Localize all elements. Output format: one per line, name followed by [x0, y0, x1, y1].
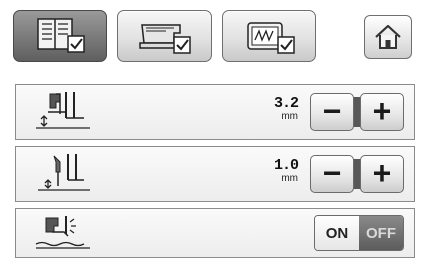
zigzag-width-plus-button[interactable]: + [360, 93, 404, 131]
stitch-length-stepper: − + [310, 155, 404, 193]
stitch-length-row: 1.0 mm − + [15, 146, 415, 202]
stitch-length-minus-button[interactable]: − [310, 155, 354, 193]
tab-embroidery[interactable] [222, 10, 316, 62]
zigzag-width-number: 3.2 [273, 95, 299, 112]
home-icon [375, 24, 401, 49]
stitch-length-number: 1.0 [273, 157, 299, 174]
stitch-length-unit: mm [281, 173, 298, 184]
tab-page-settings[interactable] [13, 10, 107, 62]
sewing-machine-icon [138, 24, 191, 54]
stitch-length-value: 1.0 mm [262, 157, 299, 184]
pivot-toggle-on[interactable]: ON [315, 216, 359, 250]
home-button[interactable] [364, 15, 412, 59]
pivot-toggle-off[interactable]: OFF [359, 216, 403, 250]
embroidery-hoop-icon [247, 22, 295, 54]
needle-length-icon [38, 154, 90, 191]
zigzag-width-value: 3.2 mm [262, 95, 299, 122]
zigzag-width-row: 3.2 mm − + [15, 84, 415, 140]
zigzag-width-stepper: − + [310, 93, 404, 131]
zigzag-width-minus-button[interactable]: − [310, 93, 354, 131]
pivot-row: ON OFF [15, 208, 415, 258]
top-tab-bar [0, 0, 424, 72]
presser-foot-width-icon [36, 92, 90, 129]
presser-foot-lift-icon [35, 216, 90, 249]
pivot-toggle[interactable]: ON OFF [314, 215, 404, 251]
page-settings-icon [37, 18, 85, 53]
stitch-length-plus-button[interactable]: + [360, 155, 404, 193]
zigzag-width-unit: mm [281, 111, 298, 122]
tab-sewing-machine[interactable] [117, 10, 212, 62]
